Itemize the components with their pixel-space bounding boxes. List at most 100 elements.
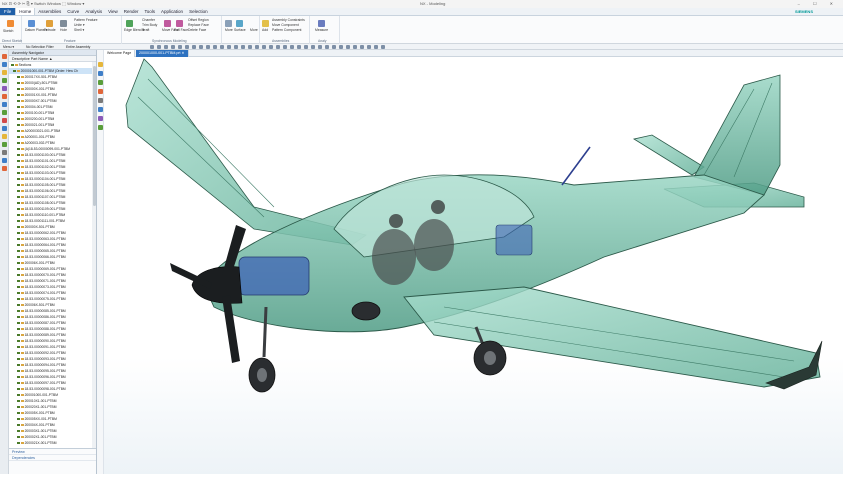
visibility-checkbox[interactable]	[17, 387, 20, 391]
selection-tool-icon[interactable]	[381, 45, 385, 49]
visibility-checkbox[interactable]	[17, 171, 20, 175]
selection-tool-icon[interactable]	[255, 45, 259, 49]
visibility-checkbox[interactable]	[17, 201, 20, 205]
menu-application[interactable]: Application	[158, 8, 186, 15]
visibility-checkbox[interactable]	[17, 141, 20, 145]
visibility-checkbox[interactable]	[17, 159, 20, 163]
more-button[interactable]: More	[225, 28, 233, 32]
more-button-2[interactable]: More	[250, 28, 258, 32]
selection-tool-icon[interactable]	[297, 45, 301, 49]
visibility-checkbox[interactable]	[17, 129, 20, 133]
visibility-checkbox[interactable]	[17, 273, 20, 277]
visibility-checkbox[interactable]	[17, 375, 20, 379]
assembly-constraints-button[interactable]: Assembly Constraints	[272, 18, 305, 22]
resource-bar-icon[interactable]	[2, 94, 7, 99]
visibility-checkbox[interactable]	[17, 267, 20, 271]
window-controls[interactable]: – ☐ ✕	[798, 0, 839, 8]
selection-tool-icon[interactable]	[360, 45, 364, 49]
visibility-checkbox[interactable]	[17, 99, 20, 103]
resource-bar-icon[interactable]	[2, 142, 7, 147]
selection-tool-icon[interactable]	[283, 45, 287, 49]
pattern-feature-button[interactable]: Pattern Feature	[74, 18, 98, 22]
resource-bar-icon[interactable]	[2, 118, 7, 123]
menu-home[interactable]: Home	[15, 8, 36, 15]
visibility-checkbox[interactable]	[17, 147, 20, 151]
visibility-checkbox[interactable]	[17, 297, 20, 301]
visibility-checkbox[interactable]	[17, 327, 20, 331]
selection-tool-icon[interactable]	[220, 45, 224, 49]
selection-tool-icon[interactable]	[318, 45, 322, 49]
visibility-checkbox[interactable]	[17, 213, 20, 217]
selection-tool-icon[interactable]	[304, 45, 308, 49]
tab-active-part[interactable]: 200001000-001-PTBM.prt ✕	[136, 50, 189, 57]
selection-tool-icon[interactable]	[262, 45, 266, 49]
resource-bar-icon[interactable]	[2, 86, 7, 91]
resource-bar-icon[interactable]	[2, 62, 7, 67]
pattern-component-button[interactable]: Pattern Component	[272, 28, 301, 32]
chamfer-button[interactable]: Chamfer	[142, 18, 155, 22]
offset-region-button[interactable]: Offset Region	[188, 18, 209, 22]
visibility-checkbox[interactable]	[17, 351, 20, 355]
selection-tool-icon[interactable]	[367, 45, 371, 49]
visibility-checkbox[interactable]	[17, 177, 20, 181]
hole-button[interactable]: Hole	[60, 28, 67, 32]
selection-tool-icon[interactable]	[157, 45, 161, 49]
graphics-window[interactable]	[104, 57, 843, 474]
selection-tool-icon[interactable]	[241, 45, 245, 49]
visibility-checkbox[interactable]	[17, 231, 20, 235]
navigator-scrollbar[interactable]	[92, 62, 96, 458]
visibility-checkbox[interactable]	[17, 423, 20, 427]
selection-tool-icon[interactable]	[332, 45, 336, 49]
selection-tool-icon[interactable]	[199, 45, 203, 49]
visibility-checkbox[interactable]	[17, 429, 20, 433]
selection-tool-icon[interactable]	[374, 45, 378, 49]
dependencies-panel[interactable]: Dependencies	[9, 455, 96, 461]
selection-tool-icon[interactable]	[164, 45, 168, 49]
visibility-checkbox[interactable]	[17, 345, 20, 349]
selection-tool-icon[interactable]	[213, 45, 217, 49]
selection-tool-icon[interactable]	[248, 45, 252, 49]
resource-bar-icon[interactable]	[2, 150, 7, 155]
move-component-button[interactable]: Move Component	[272, 23, 299, 27]
selection-tool-icon[interactable]	[234, 45, 238, 49]
resource-bar-icon[interactable]	[2, 134, 7, 139]
resource-bar-icon[interactable]	[2, 70, 7, 75]
resource-bar-icon[interactable]	[2, 126, 7, 131]
menu-render[interactable]: Render	[121, 8, 142, 15]
visibility-checkbox[interactable]	[17, 261, 20, 265]
visibility-checkbox[interactable]	[17, 237, 20, 241]
selection-tool-icon[interactable]	[276, 45, 280, 49]
visibility-checkbox[interactable]	[17, 111, 20, 115]
view-tool-icon[interactable]	[98, 125, 103, 130]
sketch-button[interactable]: Sketch	[3, 29, 13, 33]
scrollbar-thumb[interactable]	[92, 66, 96, 206]
visibility-checkbox[interactable]	[17, 417, 20, 421]
visibility-checkbox[interactable]	[17, 105, 20, 109]
menu-selection[interactable]: Selection	[186, 8, 211, 15]
visibility-checkbox[interactable]	[17, 441, 20, 445]
visibility-checkbox[interactable]	[17, 75, 20, 79]
selection-tool-icon[interactable]	[346, 45, 350, 49]
selection-tool-icon[interactable]	[227, 45, 231, 49]
visibility-checkbox[interactable]	[17, 81, 20, 85]
visibility-checkbox[interactable]	[17, 309, 20, 313]
draft-button[interactable]: Draft	[142, 28, 149, 32]
resource-bar-icon[interactable]	[2, 158, 7, 163]
visibility-checkbox[interactable]	[17, 87, 20, 91]
surface-button[interactable]: Surface	[234, 28, 246, 32]
visibility-checkbox[interactable]	[17, 243, 20, 247]
measure-button[interactable]: Measure	[315, 28, 328, 32]
visibility-checkbox[interactable]	[17, 381, 20, 385]
visibility-checkbox[interactable]	[17, 183, 20, 187]
shell-button[interactable]: Shell ▾	[74, 28, 84, 32]
view-tool-icon[interactable]	[98, 80, 103, 85]
visibility-checkbox[interactable]	[17, 339, 20, 343]
quick-access-toolbar[interactable]: NX ⊡ ⟲ ⟳ ✂ ⎘ ▾ Switch Window ⬚ Window ▾	[2, 0, 84, 8]
menu-view[interactable]: View	[105, 8, 121, 15]
selection-tool-icon[interactable]	[311, 45, 315, 49]
selection-tool-icon[interactable]	[325, 45, 329, 49]
visibility-checkbox[interactable]	[17, 315, 20, 319]
selection-tool-icon[interactable]	[192, 45, 196, 49]
selection-tool-icon[interactable]	[290, 45, 294, 49]
visibility-checkbox[interactable]	[17, 195, 20, 199]
